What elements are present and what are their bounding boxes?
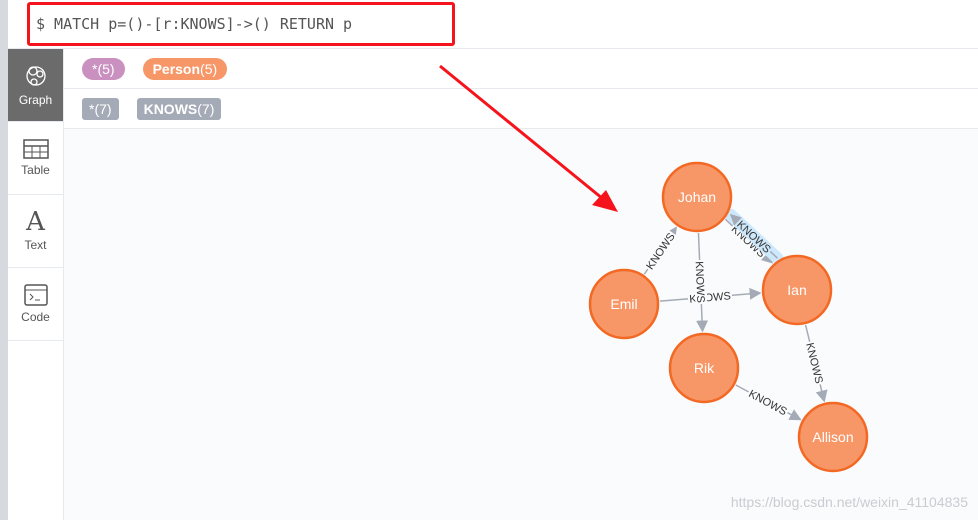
watermark: https://blog.csdn.net/weixin_41104835 [730,494,968,510]
node-caption: Johan [678,189,716,205]
node-caption: Rik [694,360,715,376]
relationship-emil-ian[interactable]: KNOWS [659,287,762,306]
node-allison[interactable]: Allison [797,401,869,473]
relationship-ian-allison[interactable]: KNOWS [803,324,828,403]
node-rik[interactable]: Rik [668,332,740,404]
relationship-label: KNOWS [803,342,825,385]
relationship-label: KNOWS [746,388,788,418]
relationship-label: KNOWS [693,261,707,303]
node-johan[interactable]: Johan [661,161,733,233]
annotation-arrow [439,64,609,205]
node-caption: Emil [610,296,637,312]
node-emil[interactable]: Emil [588,268,660,340]
node-caption: Ian [787,282,806,298]
graph-svg: KNOWS KNOWSKNOWSKNOWSKNOWSKNOWSKNOWSJohan… [439,64,869,473]
node-ian[interactable]: Ian [761,254,833,326]
node-caption: Allison [812,429,853,445]
relationship-rik-allison[interactable]: KNOWS [735,384,802,421]
relationship-johan-rik[interactable]: KNOWS [693,232,709,333]
relationship-label: KNOWS [644,231,677,272]
relationship-emil-johan[interactable]: KNOWS [642,226,678,275]
